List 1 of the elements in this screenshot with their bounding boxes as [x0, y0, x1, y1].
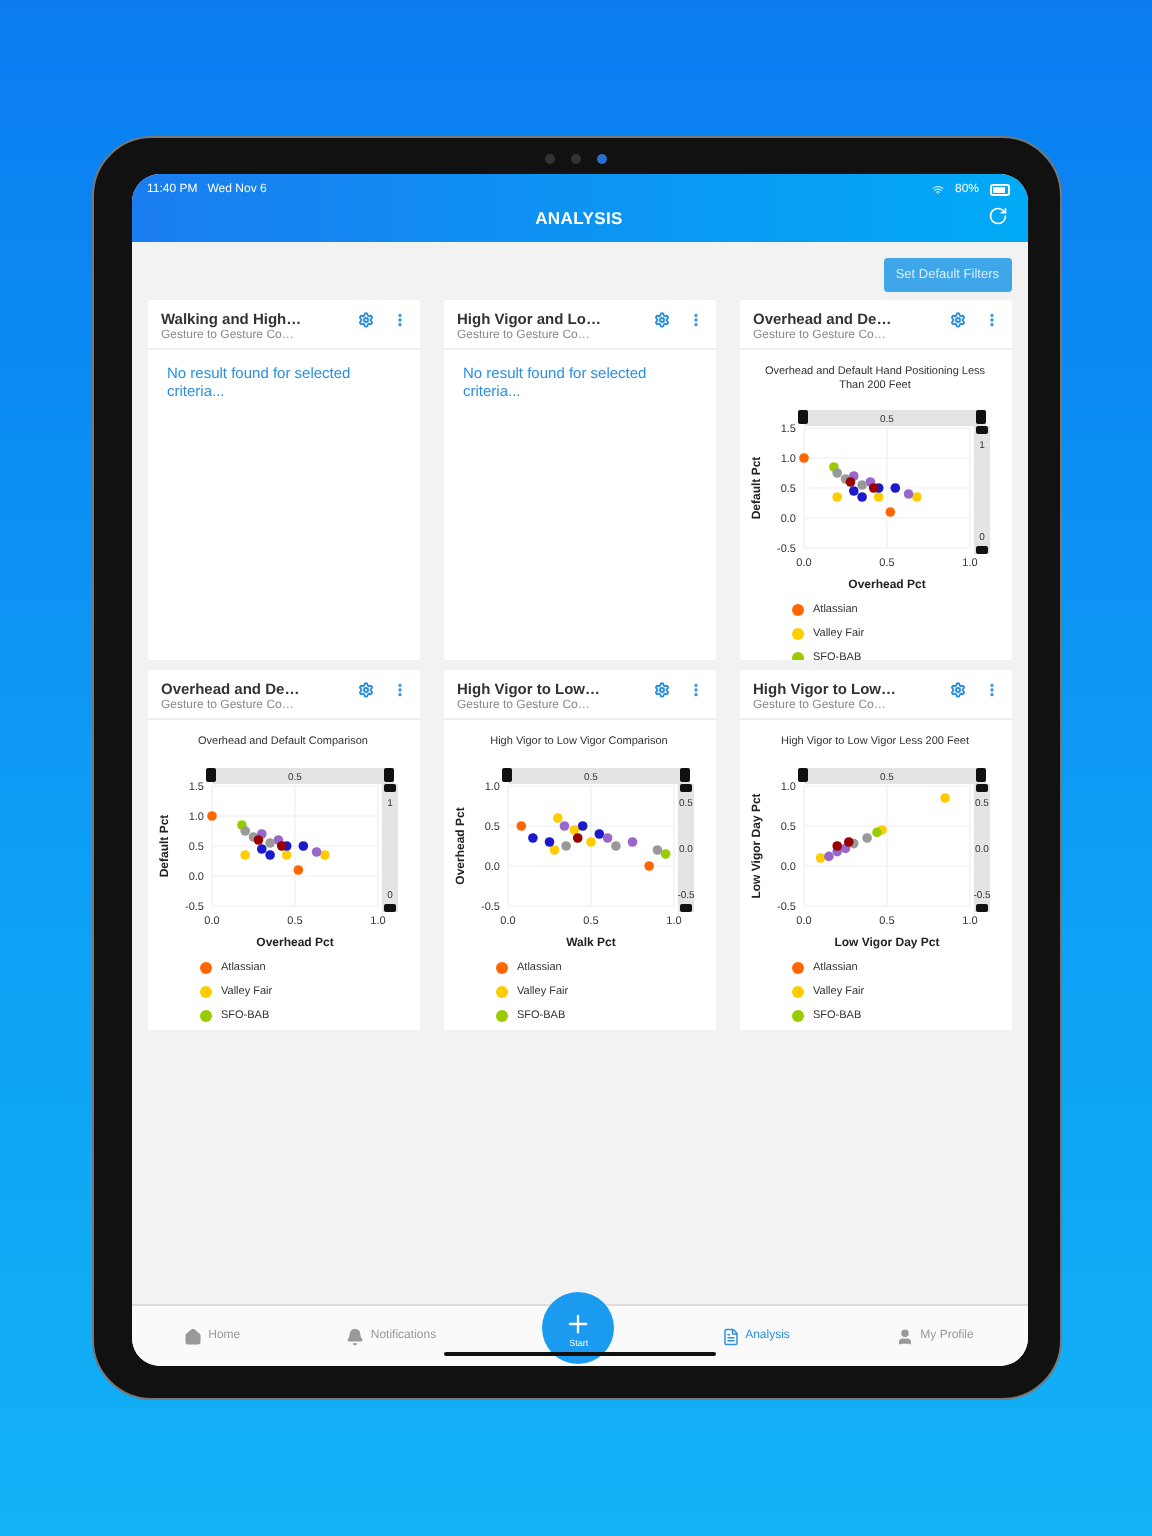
page-title: ANALYSIS	[535, 208, 623, 228]
